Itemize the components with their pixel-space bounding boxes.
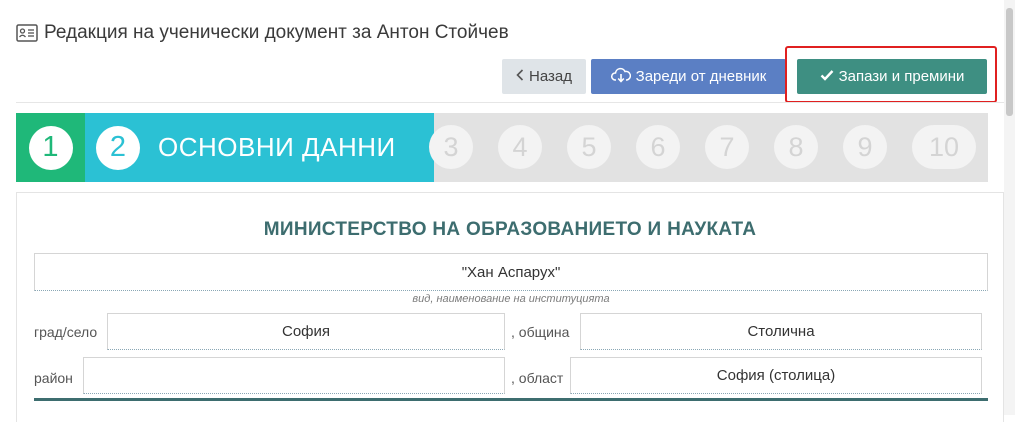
- institution-caption: вид, наименование на институцията: [412, 293, 610, 305]
- municipality-label: , община: [511, 324, 570, 340]
- load-from-diary-button[interactable]: Зареди от дневник: [591, 59, 786, 94]
- district-field[interactable]: [83, 357, 505, 394]
- id-card-icon: [16, 24, 38, 42]
- chevron-left-icon: [516, 68, 524, 85]
- cloud-download-icon: [610, 67, 631, 87]
- page-scrollbar[interactable]: [1004, 0, 1015, 415]
- page-title: Редакция на ученически документ за Антон…: [44, 22, 509, 43]
- municipality-field[interactable]: Столична: [580, 313, 982, 350]
- step-3[interactable]: 3: [429, 125, 473, 169]
- institution-field[interactable]: "Хан Аспарух": [34, 253, 988, 291]
- step-1-number: 1: [28, 125, 73, 170]
- ministry-heading: МИНИСТЕРСТВО НА ОБРАЗОВАНИЕТО И НАУКАТА: [263, 219, 757, 240]
- divider: [16, 102, 1004, 103]
- step-2-label: ОСНОВНИ ДАННИ: [158, 132, 396, 162]
- section-divider: [34, 398, 988, 401]
- wizard-stepper: 1 2 ОСНОВНИ ДАННИ 3 4 5 6 7 8 9 10: [16, 113, 988, 182]
- step-2-number: 2: [96, 125, 140, 170]
- back-button[interactable]: Назад: [502, 59, 586, 94]
- scrollbar-thumb[interactable]: [1006, 8, 1013, 116]
- region-field[interactable]: София (столица): [570, 357, 982, 394]
- region-label: , област: [511, 370, 564, 386]
- step-5[interactable]: 5: [567, 125, 611, 169]
- step-6[interactable]: 6: [636, 125, 680, 169]
- page-header: Редакция на ученически документ за Антон…: [16, 20, 509, 46]
- step-7[interactable]: 7: [705, 125, 749, 169]
- back-button-label: Назад: [529, 68, 572, 85]
- step-9[interactable]: 9: [843, 125, 887, 169]
- step-4[interactable]: 4: [498, 125, 542, 169]
- town-label: град/село: [34, 324, 98, 340]
- step-1-completed[interactable]: 1: [16, 113, 85, 182]
- step-2-active[interactable]: 2 ОСНОВНИ ДАННИ: [85, 113, 434, 182]
- load-button-label: Зареди от дневник: [635, 68, 767, 85]
- save-button-highlight: [785, 46, 997, 103]
- town-field[interactable]: София: [107, 313, 505, 350]
- step-8[interactable]: 8: [774, 125, 818, 169]
- district-label: район: [34, 370, 73, 386]
- step-10[interactable]: 10: [912, 125, 976, 169]
